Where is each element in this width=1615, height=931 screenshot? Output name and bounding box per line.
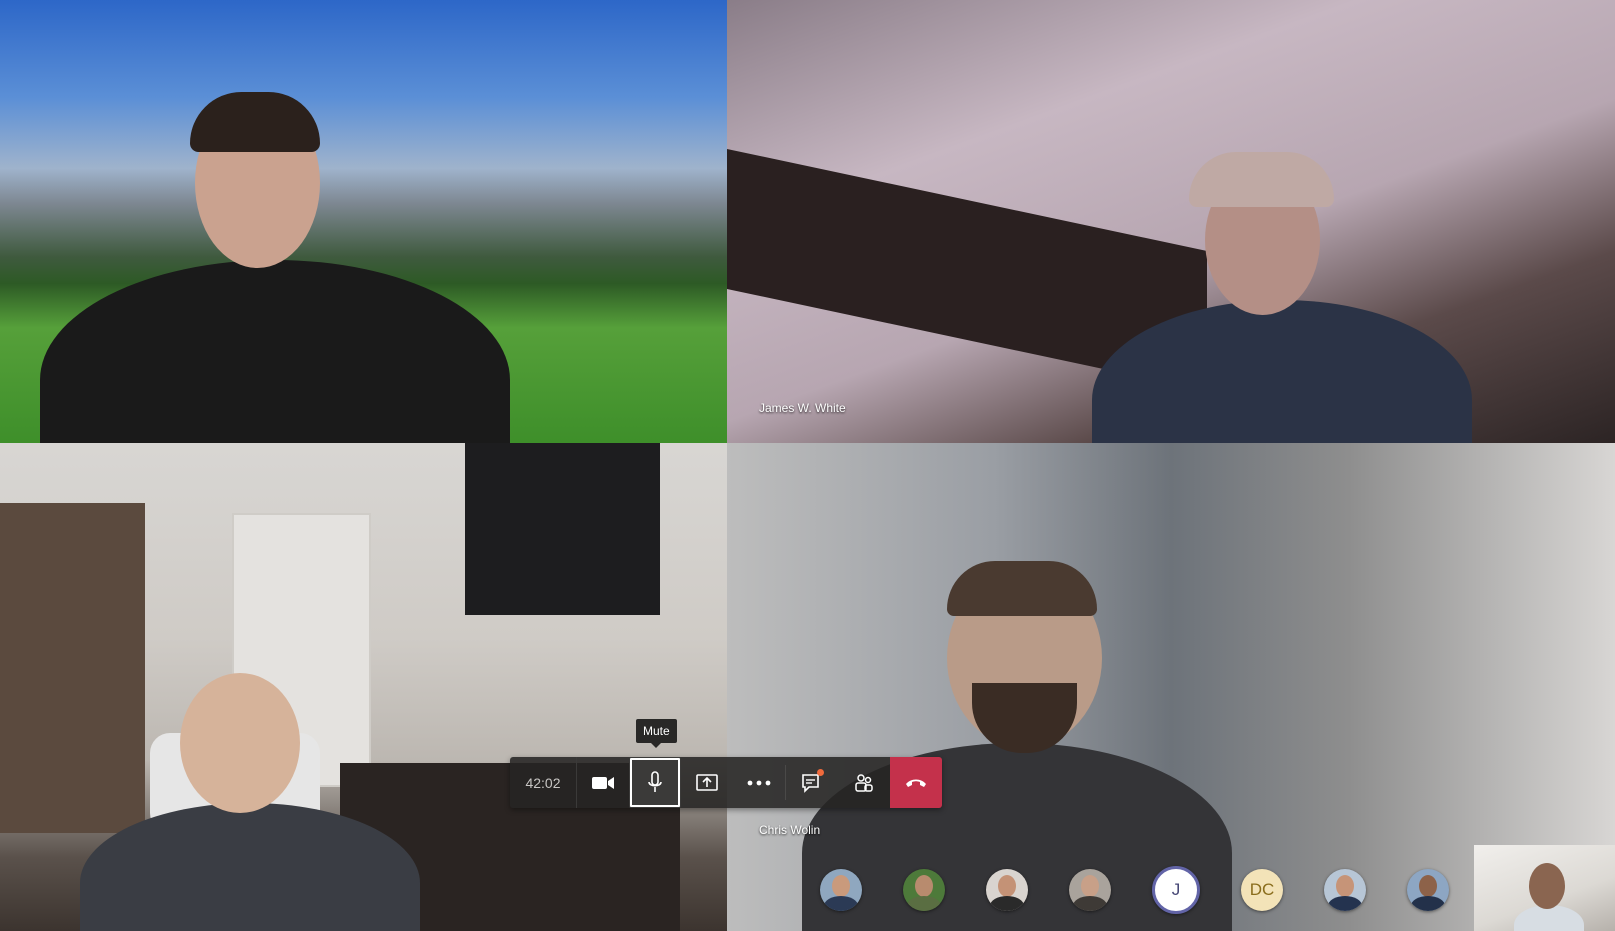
participant-body <box>40 260 510 443</box>
self-head <box>1529 863 1565 909</box>
participant-beard <box>972 683 1077 753</box>
hang-up-button[interactable] <box>890 757 942 808</box>
mute-tooltip: Mute <box>636 719 677 748</box>
participant-roster: J DC <box>820 866 1449 914</box>
roster-avatar-initials[interactable]: DC <box>1241 869 1283 911</box>
avatar-face <box>832 875 850 897</box>
roster-avatar-initials[interactable]: J <box>1152 866 1200 914</box>
avatar-face <box>998 875 1016 897</box>
video-tile-2[interactable]: James W. White <box>727 0 1615 443</box>
participants-button[interactable] <box>838 757 890 808</box>
microphone-icon <box>648 770 662 792</box>
chat-notification-dot <box>817 769 824 776</box>
people-icon <box>855 773 873 792</box>
more-actions-button[interactable] <box>733 757 785 808</box>
share-screen-button[interactable] <box>681 757 733 808</box>
participant-hair <box>190 92 320 152</box>
roster-avatar[interactable] <box>986 869 1028 911</box>
share-screen-icon <box>696 773 718 791</box>
call-timer: 42:02 <box>510 757 577 808</box>
roster-avatar[interactable] <box>820 869 862 911</box>
participant-name-label: Chris Wolin <box>759 823 821 837</box>
participant-name-label: James W. White <box>759 401 846 415</box>
avatar-body <box>907 896 941 911</box>
participant-hair <box>947 561 1097 616</box>
video-tile-1[interactable] <box>0 0 727 443</box>
avatar-body <box>1328 896 1362 911</box>
avatar-face <box>1336 875 1354 897</box>
roster-avatar[interactable] <box>1407 869 1449 911</box>
roster-avatar[interactable] <box>903 869 945 911</box>
participant-head <box>180 673 300 813</box>
roster-avatar[interactable] <box>1069 869 1111 911</box>
more-actions-icon <box>747 780 771 785</box>
avatar-face <box>1419 875 1437 897</box>
closet <box>0 503 145 833</box>
video-camera-icon <box>592 776 614 789</box>
avatar-body <box>990 896 1024 911</box>
avatar-body <box>1411 896 1445 911</box>
chat-button[interactable] <box>786 757 838 808</box>
avatar-face <box>915 875 933 897</box>
wall-tv <box>465 443 660 615</box>
avatar-body <box>824 896 858 911</box>
meeting-stage: James W. White Chris Wolin Mute 42:02 J … <box>0 0 1615 931</box>
roster-avatar[interactable] <box>1324 869 1366 911</box>
avatar-body <box>1073 896 1107 911</box>
self-view-video[interactable] <box>1474 845 1615 931</box>
video-tile-3[interactable] <box>0 443 727 931</box>
hang-up-icon <box>906 779 926 787</box>
participant-cap <box>1189 152 1334 207</box>
avatar-face <box>1081 875 1099 897</box>
camera-button[interactable] <box>577 757 629 808</box>
call-controls-bar: 42:02 <box>510 757 942 808</box>
self-body <box>1514 905 1584 931</box>
mic-button[interactable] <box>629 757 681 808</box>
